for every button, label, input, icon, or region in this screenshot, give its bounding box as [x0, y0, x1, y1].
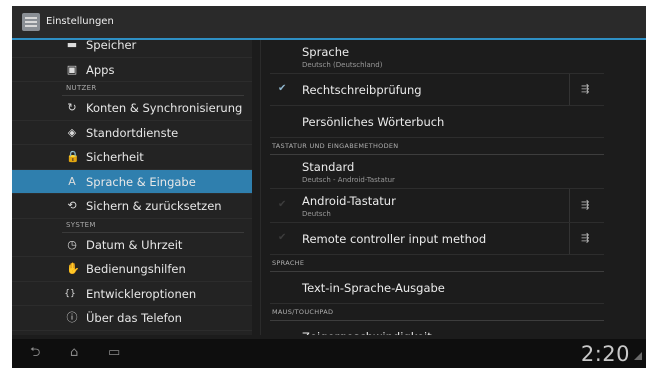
sidebar-item[interactable]: 🔒 Sicherheit: [12, 145, 252, 170]
preference-settings-button[interactable]: ⇶: [569, 74, 604, 105]
preference-item[interactable]: Standard Deutsch - Android-Tastatur: [270, 155, 604, 189]
preference-title: Standard: [302, 160, 355, 174]
preference-item[interactable]: Text-in-Sprache-Ausgabe: [270, 272, 604, 304]
sidebar-item-label: Entwickleroptionen: [86, 286, 197, 301]
recent-apps-icon[interactable]: ▭: [108, 346, 120, 360]
preference-item[interactable]: ✔ Android-Tastatur Deutsch ⇶: [270, 189, 604, 223]
preference-item[interactable]: Zeigergeschwindigkeit: [270, 321, 604, 335]
sidebar-item-label: Datum & Uhrzeit: [86, 237, 183, 252]
category-header-label: NUTZER: [66, 84, 97, 92]
system-navigation-bar: ⮌ ⌂ ▭ 2:20: [12, 339, 646, 368]
preference-item[interactable]: ✔ Rechtschreibprüfung ⇶: [270, 74, 604, 106]
storage-icon: ▬: [66, 40, 78, 51]
preference-title: Zeigergeschwindigkeit: [302, 330, 432, 335]
signal-icon: [634, 352, 642, 360]
sidebar-item[interactable]: ◈ Standortdienste: [12, 121, 252, 145]
preference-settings-button[interactable]: ⇶: [569, 223, 604, 254]
language-icon: A: [68, 174, 76, 188]
sidebar-item-label: Sicherheit: [86, 150, 144, 164]
preference-category-header: SPRACHE: [270, 255, 604, 272]
sidebar-item-label: Konten & Synchronisierung: [86, 101, 243, 115]
sidebar-item[interactable]: ⟲ Sichern & zurücksetzen: [12, 194, 252, 219]
preference-category-label: TASTATUR UND EINGABEMETHODEN: [272, 142, 399, 150]
back-icon[interactable]: ⮌: [30, 346, 40, 360]
preference-item[interactable]: ✔ Remote controller input method ⇶: [270, 223, 604, 255]
sidebar-item-label: Sichern & zurücksetzen: [86, 199, 222, 213]
sidebar-item[interactable]: ◷ Datum & Uhrzeit: [12, 233, 252, 257]
developer-icon: {}: [64, 288, 76, 299]
checkbox-icon[interactable]: ✔: [278, 83, 286, 94]
settings-app-icon[interactable]: [22, 13, 40, 31]
home-icon[interactable]: ⌂: [70, 346, 78, 360]
clock-icon: ◷: [67, 237, 77, 251]
status-clock[interactable]: 2:20: [581, 342, 630, 366]
preference-category-label: SPRACHE: [272, 259, 305, 267]
preference-category-header: TASTATUR UND EINGABEMETHODEN: [270, 138, 604, 155]
preference-item[interactable]: Persönliches Wörterbuch: [270, 106, 604, 138]
category-header-label: SYSTEM: [66, 220, 96, 229]
sidebar-item[interactable]: ✋ Bedienungshilfen: [12, 257, 252, 282]
settings-category-list[interactable]: ▬ Speicher ▣ Apps NUTZER ↻ Konten & Synchronis…: [12, 40, 252, 335]
sidebar-item-label: Sprache & Eingabe: [86, 174, 196, 189]
sidebar-item[interactable]: ↻ Konten & Synchronisierung: [12, 96, 252, 121]
preference-summary: Deutsch: [302, 210, 331, 218]
preference-settings-button[interactable]: ⇶: [569, 189, 604, 222]
language-input-preferences[interactable]: Sprache Deutsch (Deutschland) ✔ Rechtschrei…: [270, 40, 646, 335]
action-bar: Einstellungen: [12, 6, 646, 40]
sidebar-item-label: Standortdienste: [86, 125, 179, 140]
preference-title: Android-Tastatur: [302, 194, 396, 208]
preference-item[interactable]: Sprache Deutsch (Deutschland): [270, 40, 604, 74]
preference-category-header: MAUS/TOUCHPAD: [270, 304, 604, 321]
sidebar-item[interactable]: ▣ Apps: [12, 58, 252, 82]
location-icon: ◈: [67, 125, 77, 139]
preference-category-label: MAUS/TOUCHPAD: [272, 308, 334, 316]
category-header: NUTZER: [12, 82, 252, 96]
preference-title: Sprache: [302, 45, 350, 59]
info-icon: ⓘ: [66, 311, 78, 324]
sidebar-item-label: Apps: [86, 62, 115, 77]
apps-icon: ▣: [66, 62, 78, 76]
preference-summary: Deutsch - Android-Tastatur: [302, 176, 395, 184]
settings-screen: Einstellungen ▬ Speicher ▣ Apps NUTZER ↻ Konte…: [12, 6, 646, 368]
sliders-icon: ⇶: [581, 232, 590, 244]
checkbox-icon[interactable]: ✔: [278, 232, 286, 243]
preference-title: Persönliches Wörterbuch: [302, 115, 445, 129]
sidebar-item-label: Über das Telefon: [86, 311, 182, 325]
sliders-icon: ⇶: [581, 83, 590, 95]
backup-icon: ⟲: [67, 199, 77, 212]
preference-title: Remote controller input method: [302, 232, 487, 246]
sidebar-item[interactable]: ⓘ Über das Telefon: [12, 306, 252, 331]
sidebar-item[interactable]: {} Entwickleroptionen: [12, 282, 252, 306]
accessibility-icon: ✋: [66, 262, 80, 275]
sliders-icon: ⇶: [581, 199, 590, 211]
checkbox-icon[interactable]: ✔: [278, 199, 286, 210]
lock-icon: 🔒: [66, 150, 80, 163]
category-header: SYSTEM: [12, 219, 252, 233]
sidebar-item[interactable]: A Sprache & Eingabe: [12, 169, 252, 194]
pane-divider: [260, 40, 261, 335]
preference-title: Rechtschreibprüfung: [302, 83, 422, 97]
preference-summary: Deutsch (Deutschland): [302, 61, 383, 69]
sync-icon: ↻: [67, 101, 77, 114]
preference-title: Text-in-Sprache-Ausgabe: [302, 281, 445, 295]
sidebar-item-label: Bedienungshilfen: [86, 262, 186, 276]
app-title: Einstellungen: [46, 16, 114, 27]
sidebar-item-label: Speicher: [86, 40, 137, 52]
sidebar-item[interactable]: ▬ Speicher: [12, 40, 252, 58]
